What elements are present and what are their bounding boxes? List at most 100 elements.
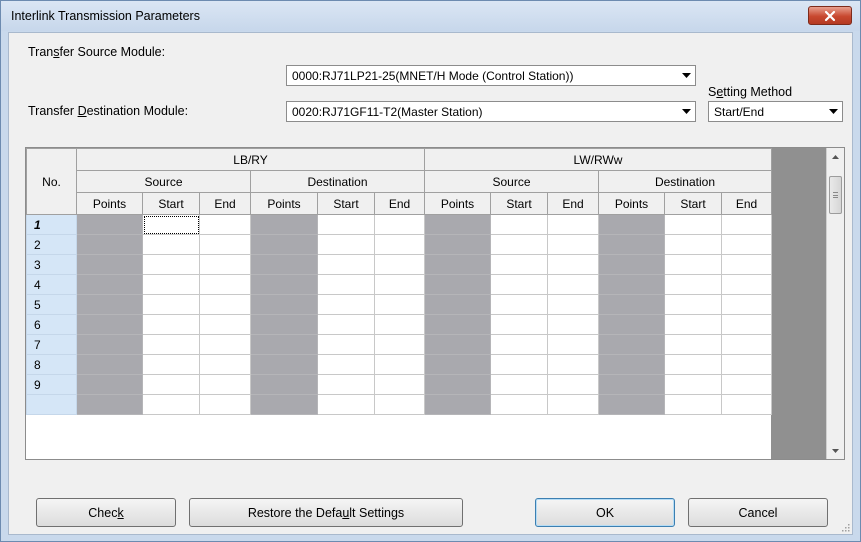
row-number[interactable]: 3 — [26, 254, 77, 275]
row-number[interactable]: 1 — [26, 214, 77, 235]
grid-cell[interactable] — [374, 354, 425, 375]
grid-cell[interactable] — [664, 334, 722, 355]
row-number[interactable]: 2 — [26, 234, 77, 255]
grid-cell[interactable] — [547, 274, 599, 295]
grid-cell[interactable] — [199, 294, 251, 315]
grid-cell[interactable] — [142, 234, 200, 255]
grid-cell[interactable] — [199, 314, 251, 335]
grid-cell[interactable] — [199, 274, 251, 295]
grid-cell[interactable] — [317, 334, 375, 355]
grid-cell[interactable] — [317, 234, 375, 255]
grid-cell[interactable] — [721, 394, 772, 415]
grid-cell[interactable] — [317, 394, 375, 415]
grid-cell[interactable] — [721, 234, 772, 255]
grid-cell[interactable] — [317, 314, 375, 335]
grid-cell[interactable] — [199, 254, 251, 275]
grid-cell[interactable] — [547, 234, 599, 255]
scroll-up-icon[interactable] — [827, 148, 844, 165]
grid-cell[interactable] — [547, 334, 599, 355]
grid-cell[interactable] — [664, 394, 722, 415]
grid-cell[interactable] — [374, 274, 425, 295]
row-number[interactable]: 4 — [26, 274, 77, 295]
row-number[interactable]: 5 — [26, 294, 77, 315]
grid-cell[interactable] — [317, 374, 375, 395]
grid-cell[interactable] — [547, 214, 599, 235]
cancel-button[interactable]: Cancel — [688, 498, 828, 527]
grid-cell[interactable] — [490, 254, 548, 275]
grid-cell[interactable] — [664, 254, 722, 275]
grid-cell[interactable] — [142, 314, 200, 335]
grid-cell[interactable] — [490, 274, 548, 295]
grid-cell[interactable] — [142, 374, 200, 395]
grid-cell[interactable] — [317, 254, 375, 275]
grid-cell[interactable] — [199, 394, 251, 415]
grid-cell[interactable] — [374, 254, 425, 275]
grid-cell[interactable] — [490, 354, 548, 375]
ok-button[interactable]: OK — [535, 498, 675, 527]
row-number[interactable]: 8 — [26, 354, 77, 375]
grid-cell[interactable] — [721, 254, 772, 275]
resize-grip-icon[interactable] — [840, 522, 850, 532]
grid-cell[interactable] — [547, 254, 599, 275]
grid-cell[interactable] — [547, 394, 599, 415]
transfer-source-select[interactable]: 0000:RJ71LP21-25(MNET/H Mode (Control St… — [286, 65, 696, 86]
row-number[interactable]: 6 — [26, 314, 77, 335]
grid-cell[interactable] — [317, 214, 375, 235]
grid-cell[interactable] — [721, 274, 772, 295]
grid-cell[interactable] — [142, 274, 200, 295]
grid-cell[interactable] — [490, 234, 548, 255]
grid-cell[interactable] — [547, 354, 599, 375]
grid-cell[interactable] — [547, 374, 599, 395]
grid-cell[interactable] — [721, 354, 772, 375]
grid-cell[interactable] — [721, 314, 772, 335]
grid-cell[interactable] — [142, 254, 200, 275]
grid-cell[interactable] — [664, 274, 722, 295]
row-number[interactable]: 7 — [26, 334, 77, 355]
grid-cell[interactable] — [142, 394, 200, 415]
vertical-scrollbar[interactable] — [826, 148, 844, 459]
grid-cell[interactable] — [664, 294, 722, 315]
grid-cell[interactable] — [142, 334, 200, 355]
close-button[interactable] — [808, 6, 852, 25]
grid-cell[interactable] — [374, 234, 425, 255]
scrollbar-thumb[interactable] — [829, 176, 842, 214]
grid-cell[interactable] — [490, 394, 548, 415]
grid-cell[interactable] — [199, 234, 251, 255]
grid-cell[interactable] — [374, 334, 425, 355]
grid-cell[interactable] — [317, 274, 375, 295]
grid-cell[interactable] — [721, 374, 772, 395]
grid-cell[interactable] — [142, 354, 200, 375]
grid-cell[interactable] — [664, 374, 722, 395]
grid-cell[interactable] — [547, 294, 599, 315]
grid-cell[interactable] — [374, 374, 425, 395]
grid-cell[interactable] — [374, 314, 425, 335]
grid-cell[interactable] — [142, 294, 200, 315]
grid-cell[interactable] — [721, 334, 772, 355]
restore-default-settings-button[interactable]: Restore the Defa u lt Settings — [189, 498, 463, 527]
grid-cell[interactable] — [490, 314, 548, 335]
transfer-destination-select[interactable]: 0020:RJ71GF11-T2(Master Station) — [286, 101, 696, 122]
grid-cell[interactable] — [374, 294, 425, 315]
grid-cell[interactable] — [199, 214, 251, 235]
grid-cell[interactable] — [142, 214, 200, 235]
grid-cell[interactable] — [664, 234, 722, 255]
grid-cell[interactable] — [374, 214, 425, 235]
grid-cell[interactable] — [664, 214, 722, 235]
grid-cell[interactable] — [490, 294, 548, 315]
check-button[interactable]: Chec k — [36, 498, 176, 527]
grid-cell[interactable] — [721, 214, 772, 235]
grid-cell[interactable] — [199, 334, 251, 355]
grid-cell[interactable] — [317, 354, 375, 375]
scroll-down-icon[interactable] — [827, 442, 844, 459]
grid-cell[interactable] — [664, 314, 722, 335]
setting-method-select[interactable]: Start/End — [708, 101, 843, 122]
grid-cell[interactable] — [374, 394, 425, 415]
grid-cell[interactable] — [490, 374, 548, 395]
grid-cell[interactable] — [721, 294, 772, 315]
title-bar[interactable]: Interlink Transmission Parameters — [1, 1, 860, 31]
grid-cell[interactable] — [664, 354, 722, 375]
grid-cell[interactable] — [490, 334, 548, 355]
grid-cell[interactable] — [317, 294, 375, 315]
row-number[interactable] — [26, 394, 77, 415]
grid-cell[interactable] — [547, 314, 599, 335]
